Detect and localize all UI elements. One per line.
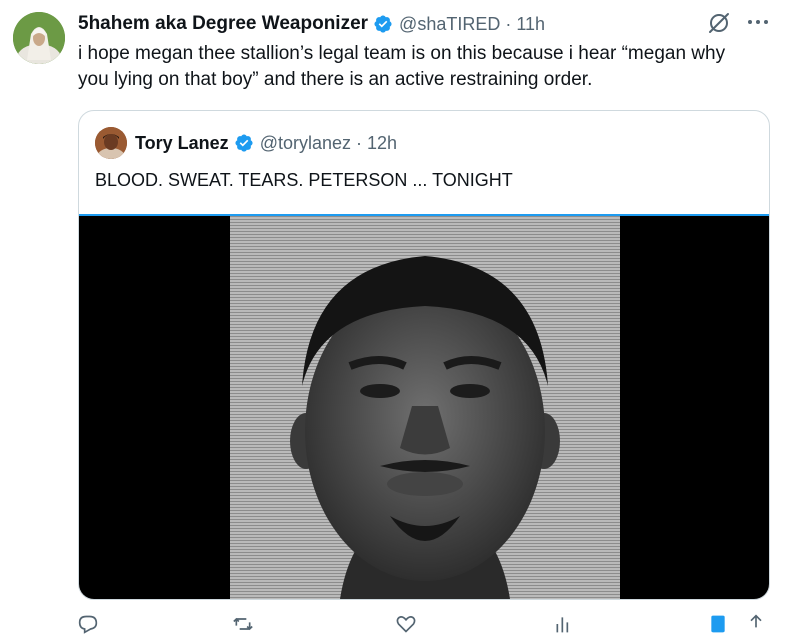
more-icon[interactable] <box>743 12 773 32</box>
separator-dot: · <box>505 13 512 34</box>
author-display-name[interactable]: 5hahem aka Degree Weaponizer <box>78 13 368 35</box>
separator-dot: · <box>356 132 362 153</box>
verified-badge-icon <box>373 14 393 34</box>
reply-button[interactable] <box>78 614 104 634</box>
bookmark-icon <box>711 615 725 633</box>
quoted-tweet-timestamp[interactable]: 12h <box>367 133 397 154</box>
tweet-header: 5hahem aka Degree Weaponizer @shaTIRED ·… <box>78 10 545 38</box>
quoted-tweet-header: Tory Lanez @torylanez · 12h <box>135 129 397 157</box>
quoted-tweet-card[interactable]: Tory Lanez @torylanez · 12h BLOOD. SWEAT… <box>78 110 770 600</box>
views-icon <box>556 617 569 633</box>
quoted-author-handle[interactable]: @torylanez <box>260 133 351 154</box>
quoted-tweet-media[interactable] <box>79 214 769 599</box>
reply-icon <box>78 615 98 634</box>
quoted-tweet-text: BLOOD. SWEAT. TEARS. PETERSON ... TONIGH… <box>95 170 513 190</box>
like-button[interactable] <box>396 614 422 634</box>
author-avatar[interactable] <box>13 12 65 64</box>
author-handle[interactable]: @shaTIRED <box>399 14 500 35</box>
views-button[interactable] <box>554 614 580 634</box>
like-icon <box>396 616 416 633</box>
quoted-author-avatar[interactable] <box>95 127 127 159</box>
mugshot-photo[interactable] <box>230 216 620 599</box>
tweet-timestamp[interactable]: 11h <box>516 14 545 35</box>
bookmark-button[interactable] <box>708 614 728 634</box>
repost-icon <box>233 617 253 631</box>
share-button[interactable] <box>746 614 766 634</box>
share-icon <box>750 614 762 628</box>
tweet-actions-bar <box>78 614 768 634</box>
grok-icon[interactable] <box>706 10 732 36</box>
quoted-author-display-name[interactable]: Tory Lanez <box>135 133 229 154</box>
tweet-text: i hope megan thee stallion’s legal team … <box>78 43 726 90</box>
verified-badge-icon <box>234 133 254 153</box>
mugshot-illustration <box>290 256 560 599</box>
repost-button[interactable] <box>233 614 259 634</box>
